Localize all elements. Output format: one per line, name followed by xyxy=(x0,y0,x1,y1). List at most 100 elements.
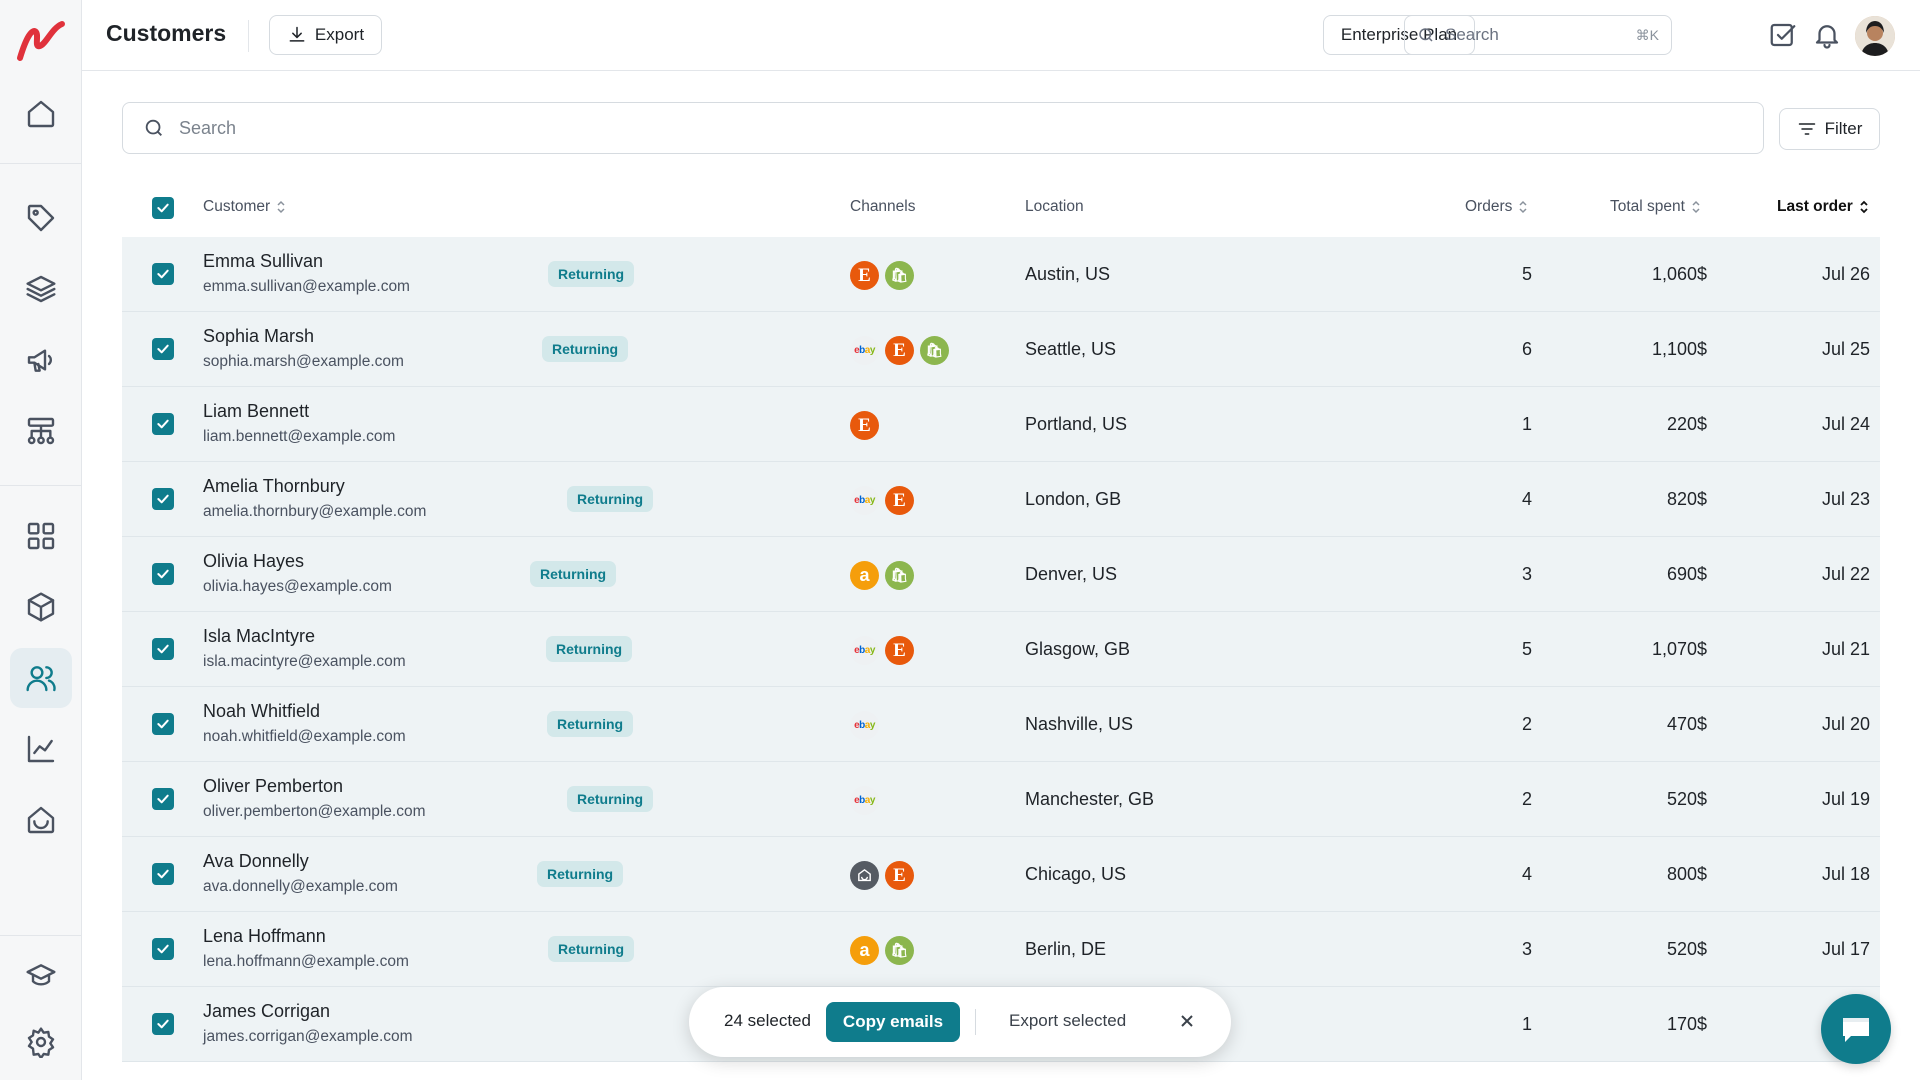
shopify-icon: 🛍 xyxy=(885,561,914,590)
nav-settings[interactable] xyxy=(10,1012,72,1072)
row-checkbox[interactable] xyxy=(152,638,174,660)
column-customer[interactable]: Customer xyxy=(203,198,286,216)
select-all-checkbox[interactable] xyxy=(152,197,174,219)
table-row[interactable]: Isla MacIntyre isla.macintyre@example.com… xyxy=(122,612,1880,687)
table-row[interactable]: Emma Sullivan emma.sullivan@example.com Re… xyxy=(122,237,1880,312)
nav-marketing[interactable] xyxy=(10,330,72,390)
row-checkbox[interactable] xyxy=(152,713,174,735)
filter-button[interactable]: Filter xyxy=(1779,108,1880,150)
avatar[interactable] xyxy=(1855,16,1895,56)
customer-email: isla.macintyre@example.com xyxy=(203,653,406,670)
nav-customers[interactable] xyxy=(10,648,72,708)
customer-email: oliver.pemberton@example.com xyxy=(203,803,426,820)
customer-name[interactable]: Amelia Thornbury xyxy=(203,476,345,497)
customer-email: emma.sullivan@example.com xyxy=(203,278,410,295)
customer-last-order: Jul 26 xyxy=(1821,264,1870,284)
customer-name[interactable]: Ava Donnelly xyxy=(203,851,309,872)
customer-name[interactable]: James Corrigan xyxy=(203,1001,330,1022)
row-checkbox[interactable] xyxy=(152,488,174,510)
nav-academy[interactable] xyxy=(10,946,72,1006)
nav-analytics[interactable] xyxy=(10,719,72,779)
nav-workflows[interactable] xyxy=(10,401,72,461)
customer-name[interactable]: Lena Hoffmann xyxy=(203,926,326,947)
table-row[interactable]: Sophia Marsh sophia.marsh@example.com Retu… xyxy=(122,312,1880,387)
row-checkbox[interactable] xyxy=(152,788,174,810)
row-checkbox[interactable] xyxy=(152,938,174,960)
status-badge: Returning xyxy=(548,261,635,287)
table-row[interactable]: Liam Bennett liam.bennett@example.com E Por… xyxy=(122,387,1880,462)
column-customer-label: Customer xyxy=(203,198,271,215)
nav-apps[interactable] xyxy=(10,506,72,566)
customer-location: Portland, US xyxy=(1025,414,1128,434)
etsy-icon: E xyxy=(885,336,914,365)
row-checkbox[interactable] xyxy=(152,413,174,435)
customer-name[interactable]: Liam Bennett xyxy=(203,401,309,422)
workflow-icon xyxy=(27,417,55,445)
table-row[interactable]: Amelia Thornbury amelia.thornbury@example… xyxy=(122,462,1880,537)
column-channels: Channels xyxy=(850,198,916,216)
shopify-icon: 🛍 xyxy=(920,336,949,365)
ebay-icon: ebay xyxy=(850,711,879,740)
column-location-label: Location xyxy=(1025,198,1084,215)
status-badge: Returning xyxy=(537,861,624,887)
customer-name[interactable]: Noah Whitfield xyxy=(203,701,320,722)
table-row[interactable]: Noah Whitfield noah.whitfield@example.com… xyxy=(122,687,1880,762)
chat-launcher-button[interactable] xyxy=(1821,994,1891,1064)
sort-icon xyxy=(1692,200,1700,214)
row-checkbox[interactable] xyxy=(152,863,174,885)
notifications-button[interactable] xyxy=(1812,20,1842,50)
table-row[interactable]: Lena Hoffmann lena.hoffmann@example.com Re… xyxy=(122,912,1880,987)
table-row[interactable]: Ava Donnelly ava.donnelly@example.com Retu… xyxy=(122,837,1880,912)
customer-total-spent: 820$ xyxy=(1666,489,1707,509)
column-total-spent[interactable]: Total spent xyxy=(1610,198,1701,216)
check-icon xyxy=(157,1019,169,1029)
tasks-button[interactable] xyxy=(1768,20,1798,50)
customer-name[interactable]: Sophia Marsh xyxy=(203,326,314,347)
customer-email: lena.hoffmann@example.com xyxy=(203,953,409,970)
clear-selection-button[interactable] xyxy=(1175,1009,1199,1033)
store-icon xyxy=(850,861,879,890)
selection-count: 24 selected xyxy=(724,1011,811,1030)
copy-emails-button[interactable]: Copy emails xyxy=(826,1002,960,1042)
nav-inbox[interactable] xyxy=(10,790,72,850)
customer-name[interactable]: Emma Sullivan xyxy=(203,251,323,272)
nav-home[interactable] xyxy=(10,84,72,144)
table-row[interactable]: Oliver Pemberton oliver.pemberton@example… xyxy=(122,762,1880,837)
check-icon xyxy=(157,869,169,879)
row-checkbox[interactable] xyxy=(152,563,174,585)
check-icon xyxy=(157,494,169,504)
nav-collections[interactable] xyxy=(10,259,72,319)
nav-inventory[interactable] xyxy=(10,577,72,637)
customer-name[interactable]: Oliver Pemberton xyxy=(203,776,343,797)
nav-products[interactable] xyxy=(10,188,72,248)
column-last-order[interactable]: Last order xyxy=(1777,198,1869,216)
export-button[interactable]: Export xyxy=(269,15,382,55)
customer-location: Manchester, GB xyxy=(1025,789,1155,809)
column-orders[interactable]: Orders xyxy=(1465,198,1528,216)
shopify-icon: 🛍 xyxy=(885,261,914,290)
customer-location: Glasgow, GB xyxy=(1025,639,1131,659)
customer-search-input[interactable]: Search xyxy=(122,102,1764,154)
customer-email: noah.whitfield@example.com xyxy=(203,728,406,745)
status-badge: Returning xyxy=(548,936,635,962)
customer-total-spent: 170$ xyxy=(1666,1014,1707,1034)
layers-icon xyxy=(26,275,56,303)
row-checkbox[interactable] xyxy=(152,1013,174,1035)
row-checkbox[interactable] xyxy=(152,263,174,285)
status-badge: Returning xyxy=(567,786,654,812)
customer-name[interactable]: Olivia Hayes xyxy=(203,551,304,572)
customer-name[interactable]: Isla MacIntyre xyxy=(203,626,315,647)
export-selected-button[interactable]: Export selected xyxy=(1009,1011,1126,1031)
customer-orders: 5 xyxy=(1521,639,1532,659)
customer-location: Nashville, US xyxy=(1025,714,1134,734)
customer-orders: 1 xyxy=(1521,414,1532,434)
customer-last-order: Jul 20 xyxy=(1821,714,1870,734)
gear-icon xyxy=(27,1027,55,1058)
row-checkbox[interactable] xyxy=(152,338,174,360)
table-row[interactable]: Olivia Hayes olivia.hayes@example.com Retu… xyxy=(122,537,1880,612)
customer-last-order: Jul 17 xyxy=(1821,939,1870,959)
chart-icon xyxy=(27,735,55,763)
global-search-input[interactable]: Search ⌘K xyxy=(1404,15,1672,55)
customer-orders: 4 xyxy=(1521,489,1532,509)
brand-logo[interactable] xyxy=(16,18,66,64)
